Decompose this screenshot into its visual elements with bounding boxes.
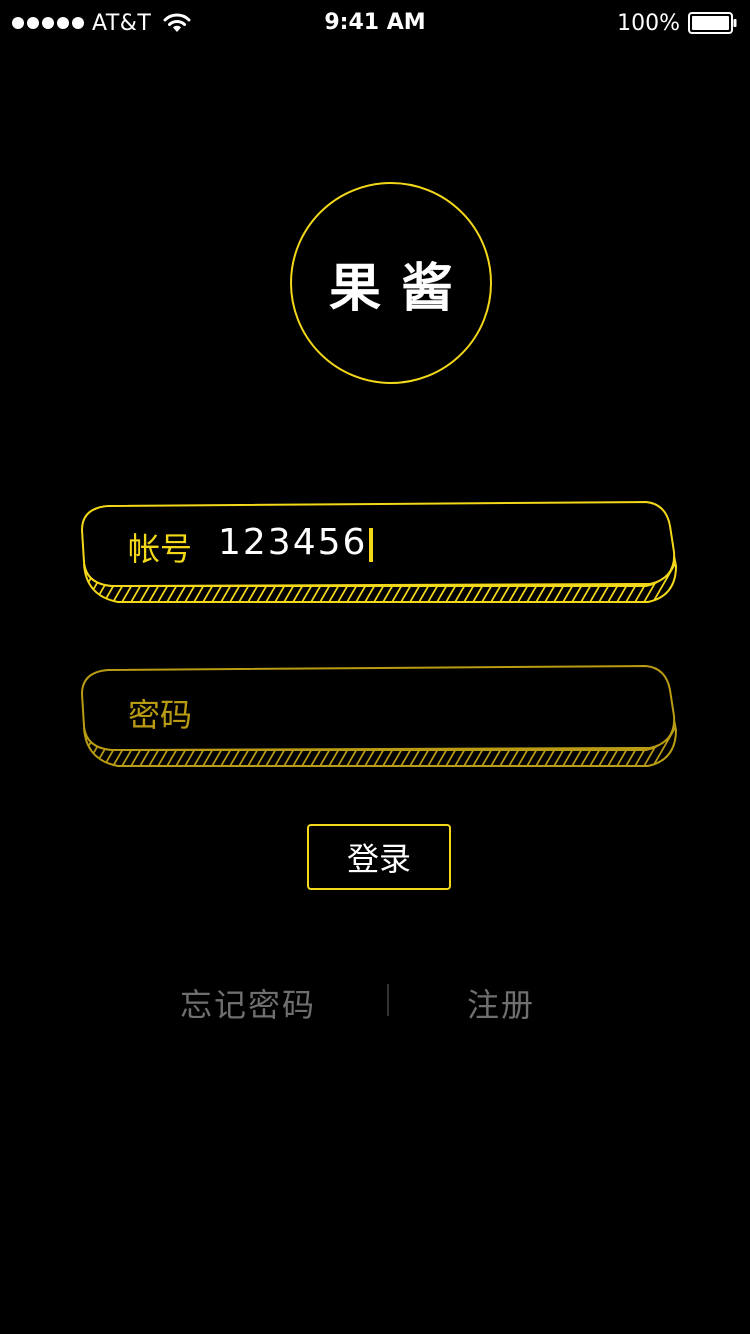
forgot-password-link[interactable]: 忘记密码 <box>180 980 316 1026</box>
battery-icon <box>688 12 737 34</box>
account-input[interactable]: 123456 <box>218 522 367 563</box>
text-cursor <box>369 528 373 562</box>
status-bar: AT&T 9:41 AM 100% <box>0 0 750 46</box>
register-link[interactable]: 注册 <box>467 980 535 1026</box>
logo-text: 果酱 <box>328 258 473 319</box>
link-divider <box>387 984 389 1016</box>
account-field[interactable]: 帐号 123456 <box>78 500 678 610</box>
status-right: 100% <box>617 8 738 38</box>
account-label: 帐号 <box>128 530 193 568</box>
login-button[interactable]: 登录 <box>307 824 451 890</box>
battery-percent: 100% <box>617 10 680 36</box>
password-label: 密码 <box>128 696 193 734</box>
logo-circle: 果酱 <box>290 182 492 384</box>
password-field[interactable]: 密码 <box>78 664 678 774</box>
